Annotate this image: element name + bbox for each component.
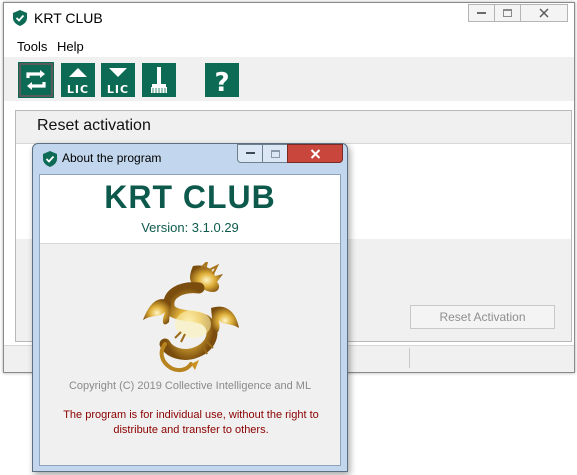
app-shield-icon [13, 10, 27, 26]
about-content: KRT CLUB Version: 3.1.0.29 Copyright (C)… [39, 174, 341, 466]
about-title: About the program [62, 151, 162, 165]
about-minimize-button[interactable] [237, 144, 263, 163]
menu-help[interactable]: Help [57, 39, 84, 54]
refresh-button[interactable] [18, 62, 54, 98]
main-title-bar[interactable]: KRT CLUB [4, 3, 574, 31]
dragon-logo-icon [143, 262, 239, 373]
clean-button[interactable] [142, 63, 176, 97]
upload-license-button[interactable]: LIC [61, 63, 95, 97]
menu-tools[interactable]: Tools [17, 39, 47, 54]
about-body: Copyright (C) 2019 Collective Intelligen… [40, 243, 340, 465]
toolbar: LIC LIC ? [4, 57, 574, 101]
upload-license-icon: LIC [64, 68, 92, 96]
close-button[interactable] [520, 4, 568, 22]
panel-title: Reset activation [37, 117, 151, 134]
minimize-button[interactable] [468, 4, 495, 22]
maximize-button[interactable] [494, 4, 521, 22]
app-shield-icon [43, 151, 57, 167]
download-license-button[interactable]: LIC [101, 63, 135, 97]
minimize-icon [245, 152, 255, 154]
menu-bar: Tools Help [4, 35, 574, 57]
download-license-icon: LIC [107, 68, 129, 96]
panel-header: Reset activation [16, 111, 571, 144]
about-app-name: KRT CLUB [104, 179, 276, 215]
maximize-icon [270, 149, 280, 158]
refresh-icon [26, 70, 46, 90]
about-dialog: About the program KRT CLUB Version: 3.1.… [32, 143, 348, 472]
window-title: KRT CLUB [34, 10, 103, 26]
broom-icon [151, 67, 167, 93]
maximize-icon [503, 9, 512, 17]
about-notice: The program is for individual use, witho… [63, 409, 319, 436]
about-maximize-button[interactable] [262, 144, 288, 163]
close-icon [539, 8, 549, 18]
minimize-icon [477, 11, 486, 14]
svg-text:LIC: LIC [107, 83, 129, 96]
about-close-button[interactable] [287, 144, 343, 163]
help-icon: ? [214, 68, 229, 97]
about-version: Version: 3.1.0.29 [141, 220, 239, 235]
reset-activation-button[interactable]: Reset Activation [410, 305, 555, 329]
about-copyright: Copyright (C) 2019 Collective Intelligen… [68, 380, 312, 392]
status-divider [409, 348, 410, 368]
about-title-bar[interactable]: About the program [33, 144, 347, 174]
about-window-controls [237, 144, 343, 164]
svg-text:LIC: LIC [67, 83, 89, 96]
close-icon [310, 148, 320, 159]
about-header: KRT CLUB Version: 3.1.0.29 [40, 175, 340, 243]
svg-text:?: ? [214, 68, 229, 97]
help-button[interactable]: ? [205, 63, 239, 97]
